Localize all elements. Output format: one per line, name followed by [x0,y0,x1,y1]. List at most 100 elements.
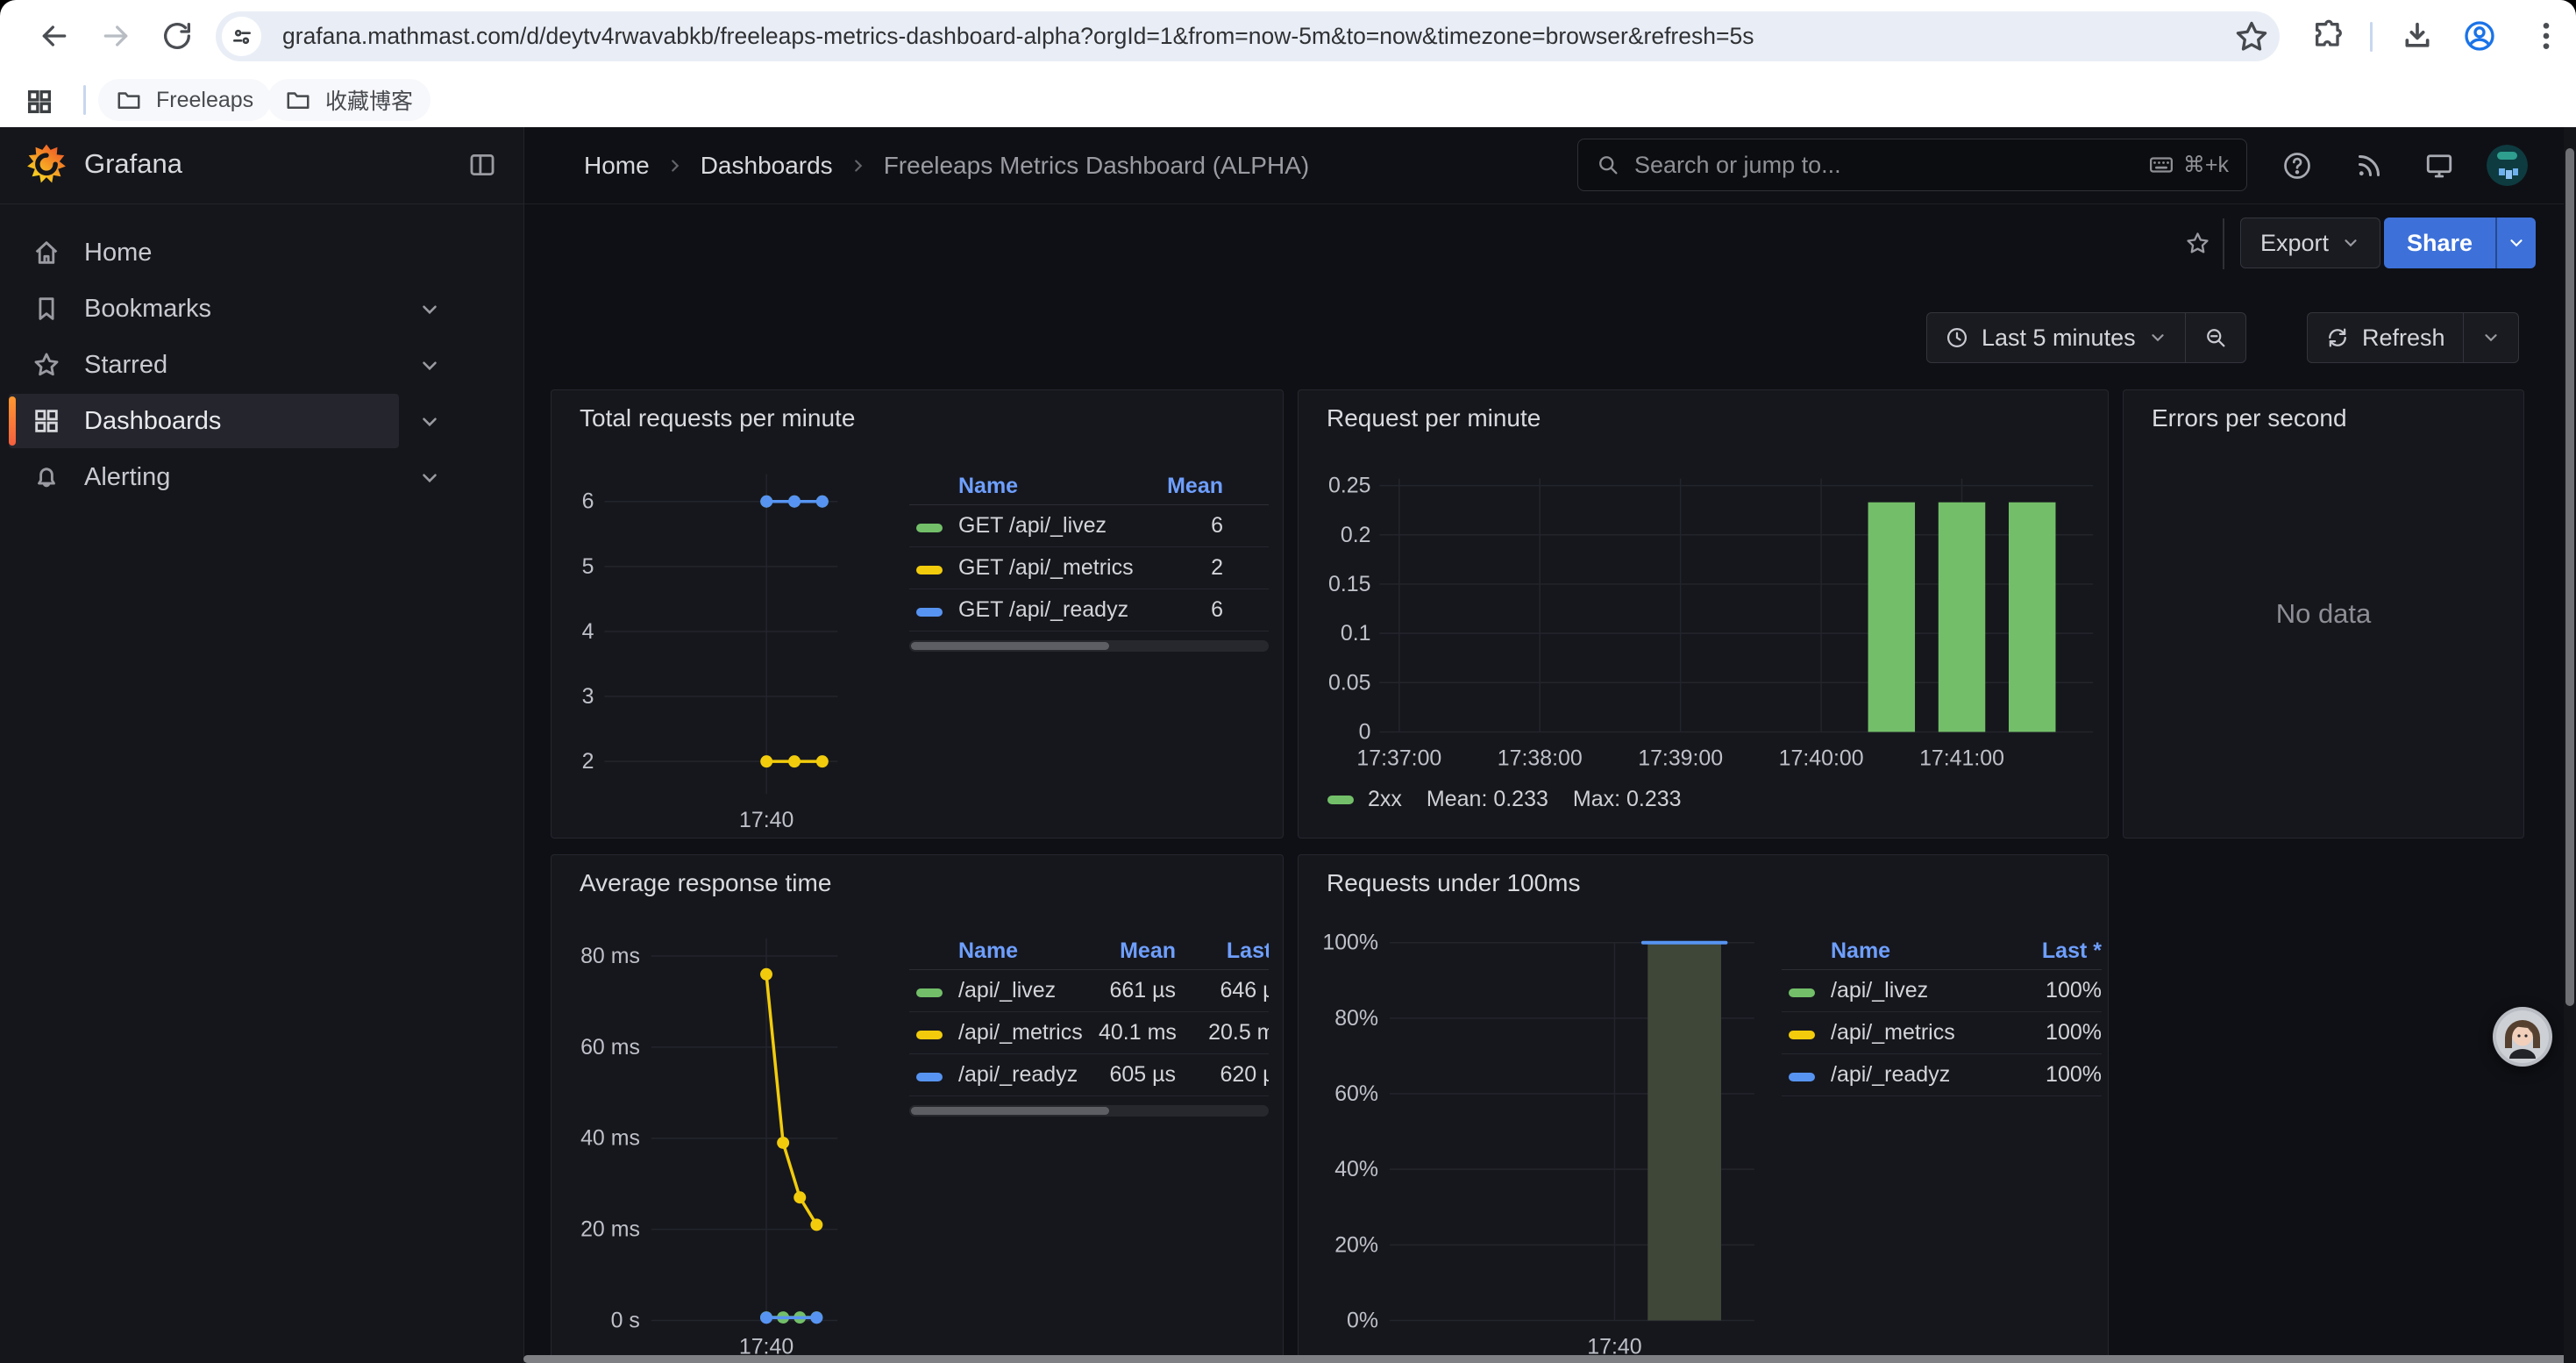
chevron-down-icon[interactable] [418,410,441,433]
chevron-down-icon[interactable] [418,467,441,489]
legend-scrollbar[interactable] [909,1105,1269,1117]
series-value: 100% [1980,1020,2102,1045]
legend-row[interactable]: /api/_metrics100% [1782,1012,2102,1054]
no-data-message: No data [2124,390,2523,838]
forward-icon[interactable] [98,18,133,54]
panel-title[interactable]: Request per minute [1327,404,1541,432]
vertical-scrollbar[interactable] [2564,127,2576,1363]
vertical-scrollbar-thumb[interactable] [2565,148,2574,1006]
legend-row[interactable]: /api/_livez661 µs646 µs [909,970,1269,1012]
monitor-icon[interactable] [2423,150,2455,182]
series-color-pill [1327,796,1354,804]
time-range-picker[interactable]: Last 5 minutes [1927,313,2185,362]
sidebar-item-bookmarks[interactable]: Bookmarks [0,281,523,337]
back-icon[interactable] [37,18,72,54]
grafana-logo[interactable] [25,143,68,187]
favorite-star-icon[interactable] [2184,230,2211,257]
legend-scrollbar[interactable] [909,640,1269,652]
legend-column-header[interactable]: Last * [1176,938,1269,964]
extensions-icon[interactable] [2311,18,2346,54]
series-name[interactable]: /api/_livez [1831,978,1980,1003]
screen: grafana.mathmast.com/d/deytv4rwavabkb/fr… [0,0,2576,1363]
legend-row[interactable]: GET /api/_metrics2 [909,547,1269,589]
sidebar-item-dashboards[interactable]: Dashboards [0,393,523,449]
svg-text:0.2: 0.2 [1341,523,1371,547]
legend-row[interactable]: GET /api/_livez6 [909,505,1269,547]
panel-requests-under-100ms[interactable]: Requests under 100ms 0%20%40%60%80%100%1… [1298,854,2109,1363]
breadcrumb-home[interactable]: Home [584,152,650,180]
series-name[interactable]: GET /api/_metrics [958,555,1134,581]
zoom-out-button[interactable] [2186,313,2245,362]
series-name[interactable]: /api/_metrics [1831,1020,1980,1045]
panel-average-response-time[interactable]: Average response time 0 s20 ms40 ms60 ms… [551,854,1284,1363]
url-bar[interactable]: grafana.mathmast.com/d/deytv4rwavabkb/fr… [216,11,2280,61]
bookmarks-separator [83,85,86,115]
zoom-out-icon [2203,325,2228,350]
series-value: 40.1 ms [1099,1020,1176,1045]
bookmarks-bar: Freeleaps 收藏博客 [0,73,2576,127]
export-button[interactable]: Export [2240,218,2380,268]
series-name[interactable]: 2xx [1368,787,1402,812]
breadcrumb-dashboards[interactable]: Dashboards [701,152,833,180]
sidebar-item-starred[interactable]: Starred [0,337,523,393]
sidebar-item-home[interactable]: Home [0,225,523,281]
legend-row[interactable]: GET /api/_readyz6 [909,589,1269,632]
chevron-down-icon[interactable] [418,354,441,377]
svg-text:0.15: 0.15 [1328,572,1370,596]
panel-title[interactable]: Requests under 100ms [1327,869,1581,897]
series-color-pill [916,1031,943,1039]
profile-icon[interactable] [2462,18,2497,54]
series-name[interactable]: /api/_livez [958,978,1099,1003]
share-button[interactable]: Share [2384,218,2495,268]
legend-column-header[interactable]: Name [958,474,1134,499]
bookmark-folder-freeleaps[interactable]: Freeleaps [98,79,271,121]
search-input[interactable]: Search or jump to... ⌘+k [1577,139,2247,191]
breadcrumb-current: Freeleaps Metrics Dashboard (ALPHA) [884,152,1310,180]
keyboard-icon [2148,152,2174,178]
series-name[interactable]: GET /api/_readyz [958,597,1134,623]
legend-column-header[interactable]: Last * [1980,938,2102,964]
share-menu-button[interactable] [2495,218,2536,268]
series-name[interactable]: GET /api/_livez [958,513,1134,539]
panel-title[interactable]: Total requests per minute [580,404,855,432]
collapse-sidebar-icon[interactable] [467,150,497,180]
news-icon[interactable] [2353,150,2385,182]
series-name[interactable]: /api/_metrics [958,1020,1099,1045]
panel-total-requests[interactable]: Total requests per minute 2345617:40 Nam… [551,389,1284,838]
legend-row[interactable]: /api/_readyz605 µs620 µs [909,1054,1269,1096]
menu-kebab-icon[interactable] [2529,18,2564,54]
panel-title[interactable]: Average response time [580,869,831,897]
legend-row[interactable]: /api/_metrics40.1 ms20.5 ms [909,1012,1269,1054]
series-name[interactable]: /api/_readyz [958,1062,1099,1088]
series-value: 100% [1980,978,2102,1003]
bookmark-star-icon[interactable] [2232,18,2271,56]
chevron-down-icon [2507,233,2526,253]
legend-row[interactable]: /api/_livez100% [1782,970,2102,1012]
svg-text:0.25: 0.25 [1328,474,1370,498]
panel-errors-per-second[interactable]: Errors per second No data [2123,389,2524,838]
help-icon[interactable] [2281,150,2313,182]
legend-column-header[interactable]: Name [1831,938,1980,964]
user-avatar[interactable] [2487,145,2528,186]
legend-row[interactable]: /api/_readyz100% [1782,1054,2102,1096]
series-color-pill [916,1073,943,1081]
legend-column-header[interactable]: Mean [1099,938,1176,964]
panel-title[interactable]: Errors per second [2152,404,2347,432]
panel-request-per-minute[interactable]: Request per minute 00.050.10.150.20.2517… [1298,389,2109,838]
refresh-button[interactable]: Refresh [2308,313,2463,362]
legend-column-header[interactable]: Name [958,938,1099,964]
legend-column-header[interactable]: Mean [1134,474,1223,499]
chevron-down-icon[interactable] [418,298,441,321]
reload-icon[interactable] [160,18,195,54]
brand-name[interactable]: Grafana [84,148,182,180]
apps-grid-icon[interactable] [25,87,54,117]
series-name[interactable]: /api/_readyz [1831,1062,1980,1088]
legend-inline[interactable]: 2xxMean: 0.233Max: 0.233 [1327,787,1682,812]
sidebar-header: Grafana [0,127,523,204]
bookmark-folder-blogs[interactable]: 收藏博客 [267,79,431,121]
download-icon[interactable] [2400,18,2435,54]
refresh-interval-button[interactable] [2464,313,2518,362]
tune-icon[interactable] [222,17,261,56]
sidebar-item-alerting[interactable]: Alerting [0,449,523,505]
assistant-avatar[interactable] [2492,1006,2553,1067]
